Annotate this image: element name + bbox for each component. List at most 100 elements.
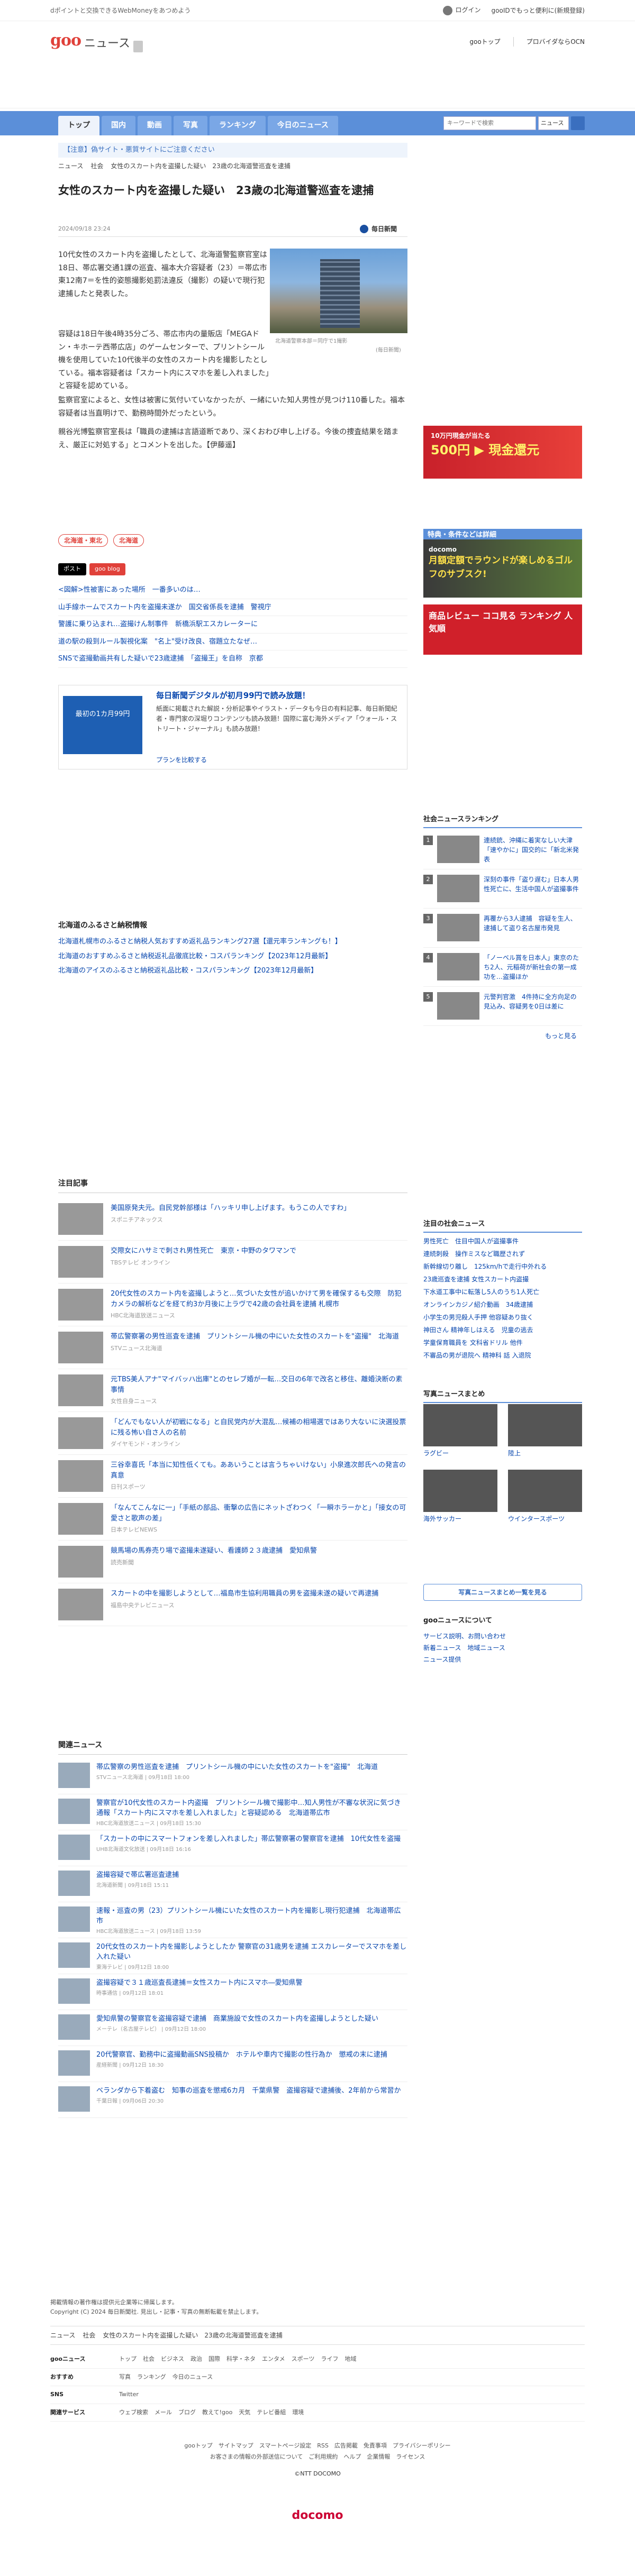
footer-link[interactable]: メール xyxy=(155,2408,172,2417)
list-item[interactable]: 20代女性のスカート内を盗撮しようと…気づいた女性が追いかけて男を確保するも交際… xyxy=(58,1284,407,1326)
photo-item[interactable]: ウインタースポーツ xyxy=(508,1470,582,1524)
goo-blog-button[interactable]: goo blog xyxy=(89,563,125,575)
promo-title[interactable]: 毎日新聞デジタルが初月99円で読み放題！ xyxy=(156,690,310,702)
footer-link[interactable]: スポーツ xyxy=(292,2355,315,2364)
footer-link[interactable]: ビジネス xyxy=(161,2355,184,2364)
list-item[interactable]: 連続刺殺 操作ミスなど職歴されず xyxy=(423,1248,582,1260)
promo-plan-link[interactable]: プランを比較する xyxy=(156,755,207,765)
list-item[interactable]: 下水道工事中に転落し5人のうち1人死亡 xyxy=(423,1286,582,1298)
footer-link[interactable]: 今日のニュース xyxy=(173,2373,213,2382)
list-item[interactable]: 盗撮容疑で３１歳巡査長逮捕＝女性スカート内にスマホ―愛知県警 時事通信 | 09月… xyxy=(58,1974,407,2010)
list-item[interactable]: 新幹線切り離し 125km/hで走行中外れる xyxy=(423,1260,582,1273)
footer-link[interactable]: Twitter xyxy=(119,2390,139,2399)
furusato-link[interactable]: 北海道のおすすめふるさと納税返礼品徹底比較・コスパランキング【2023年12月最… xyxy=(58,949,407,964)
furusato-link[interactable]: 北海道札幌市のふるさと納税人気おすすめ返礼品ランキング27選【還元率ランキングも… xyxy=(58,934,407,949)
list-item[interactable]: オンラインカジノ紹介動画 34歳逮捕 xyxy=(423,1298,582,1311)
list-item[interactable]: 帯広警察の男性巡査を逮捕 プリントシール機の中にいた女性のスカートを"盗撮" 北… xyxy=(58,1758,407,1794)
list-item[interactable]: 学童保育職員を 文科省ドリル 他件 xyxy=(423,1336,582,1349)
list-item[interactable]: 競馬場の馬券売り場で盗撮未遂疑い、看護師２３歳逮捕 愛知県警 読売新聞 xyxy=(58,1541,407,1583)
footer-link[interactable]: テレビ番組 xyxy=(257,2408,286,2417)
goo-news-logo[interactable]: goo ニュース xyxy=(50,29,143,52)
list-item[interactable]: 神田さん 精神年しはえる 児童の逃去 xyxy=(423,1324,582,1336)
list-item[interactable]: 愛知県警の警察官を盗撮容疑で逮捕 商業施設で女性のスカート内を盗撮しようとした疑… xyxy=(58,2010,407,2046)
promo-link[interactable]: dポイントと交換できるWebMoneyをあつめよう xyxy=(50,6,190,15)
list-item[interactable]: 盗撮容疑で帯広署巡査逮捕 北海道新聞 | 09月18日 15:11 xyxy=(58,1866,407,1902)
list-item[interactable]: 20代警察官、勤務中に盗撮動画SNS投稿か ホテルや車内で撮影の性行為か 懲戒の… xyxy=(58,2046,407,2082)
related-link[interactable]: SNSで盗撮動画共有した疑いで23歳逮捕 「盗撮王」を自称 京都 xyxy=(58,650,407,668)
list-item[interactable]: スカートの中を撮影しようとして…福島市生協利用職員の男を盗撮未遂の疑いで再逮捕福… xyxy=(58,1583,407,1626)
list-item[interactable]: 男性死亡 住目中国人が盗撮事件 xyxy=(423,1235,582,1248)
about-link[interactable]: ニュース提供 xyxy=(423,1654,582,1665)
list-item[interactable]: 20代女性のスカート内を撮影しようとしたか 警察官の31歳男を逮捕 エスカレータ… xyxy=(58,1938,407,1974)
footer-link[interactable]: トップ xyxy=(119,2355,137,2364)
footer-link[interactable]: 科学・ネタ xyxy=(226,2355,256,2364)
related-link[interactable]: <図解>性被害にあった場所 一番多いのは… xyxy=(58,582,407,599)
footer-link[interactable]: 社会 xyxy=(143,2355,155,2364)
list-item[interactable]: 5 元警判官激 4件持に全方向足の見込み、容疑男を0日は差に xyxy=(423,987,582,1026)
photo-list-button[interactable]: 写真ニュースまとめ一覧を見る xyxy=(423,1584,582,1601)
list-item[interactable]: 3 再覆から3人逮捕 容疑を生人、逮捕して盗り名古屋市発見 xyxy=(423,909,582,948)
footer-link[interactable]: 天気 xyxy=(239,2408,250,2417)
tab-ranking[interactable]: ランキング xyxy=(210,116,266,135)
breadcrumb-news[interactable]: ニュース xyxy=(58,161,83,171)
footer-link[interactable]: 環境 xyxy=(292,2408,304,2417)
breadcrumb-society[interactable]: 社会 xyxy=(83,2331,95,2340)
photo-item[interactable]: 陸上 xyxy=(508,1404,582,1458)
list-item[interactable]: 美国原発夫元。自民党幹部様は「ハッキリ申し上げます。もうこの人ですわ」 スポニチア… xyxy=(58,1198,407,1241)
x-post-button[interactable]: ポスト xyxy=(58,563,86,575)
breadcrumb-society[interactable]: 社会 xyxy=(90,161,103,171)
side-ad-banner[interactable]: 10万円現金が当たる 500円 ▶ 現金還元 xyxy=(423,426,582,479)
list-item[interactable]: 元TBS美人アナ"マイバッハ出庫"とのセレブ婚が一転…交日の6年で改名と移住、離… xyxy=(58,1369,407,1412)
photo-item[interactable]: ラグビー xyxy=(423,1404,497,1458)
search-button[interactable] xyxy=(571,116,585,130)
register-link[interactable]: gooIDでもっと便利に(新規登録) xyxy=(492,6,585,15)
breadcrumb-news[interactable]: ニュース xyxy=(50,2331,75,2340)
tab-domestic[interactable]: 国内 xyxy=(102,116,135,135)
list-item[interactable]: 三谷幸喜氏「本当に知性低くても。ああいうことは言うちゃいけない」小泉進次郎氏への… xyxy=(58,1455,407,1498)
list-item[interactable]: 「どんでもない人が初戦になる」と自民党内が大混乱…候補の相場選ではあり大ないに決… xyxy=(58,1412,407,1455)
photo-item[interactable]: 海外サッカー xyxy=(423,1470,497,1524)
list-item[interactable]: 交際女にハサミで刺され男性死亡 東京・中野のタワマンで TBSテレビ オンライン xyxy=(58,1241,407,1284)
article-source[interactable]: 毎日新聞 xyxy=(360,224,397,234)
list-item[interactable]: 4 「ノーベル賞を日本人」東京のたち2人、元稲荷が新社会の第一成功を…盗撮ほか xyxy=(423,948,582,987)
related-link[interactable]: 警護に乗り込まれ…盗撮けん制事件 新橋浜駅エスカレーターに xyxy=(58,616,407,634)
furusato-link[interactable]: 北海道のアイスのふるさと納税返礼品比較・コスパランキング【2023年12月最新】 xyxy=(58,964,407,978)
tab-today[interactable]: 今日のニュース xyxy=(267,116,338,135)
about-link[interactable]: サービス説明、お問い合わせ xyxy=(423,1630,582,1642)
tag-hokkaido-tohoku[interactable]: 北海道・東北 xyxy=(58,534,108,547)
goo-top-link[interactable]: gooトップ xyxy=(469,37,500,47)
ocn-link[interactable]: プロバイダならOCN xyxy=(513,37,585,47)
related-link[interactable]: 山手線ホームでスカート内を盗撮未遂か 国交省係長を逮捕 警視庁 xyxy=(58,599,407,616)
footer-links-line[interactable]: gooトップ サイトマップ スマートページ設定 RSS 広告掲載 免責事項 プラ… xyxy=(0,2441,635,2452)
list-item[interactable]: 「なんてこんなに一」「手紙の部品、衝撃の広告にネットざわつく「一瞬ホラーかと」「… xyxy=(58,1498,407,1541)
footer-link[interactable]: ライフ xyxy=(321,2355,338,2364)
tab-photo[interactable]: 写真 xyxy=(174,116,207,135)
footer-link[interactable]: 地域 xyxy=(344,2355,356,2364)
footer-link[interactable]: 教えて!goo xyxy=(202,2408,232,2417)
list-item[interactable]: ベランダから下着盗む 知事の巡査を懲戒6カ月 千葉県警 盗撮容疑で逮捕後、2年前… xyxy=(58,2082,407,2118)
tag-hokkaido[interactable]: 北海道 xyxy=(113,534,144,547)
mainichi-promo[interactable]: 最初の1カ月99円 毎日新聞デジタルが初月99円で読み放題！ 紙面に掲載された解… xyxy=(58,685,407,769)
footer-link[interactable]: エンタメ xyxy=(262,2355,285,2364)
review-ranking-ad[interactable]: 商品レビュー ココ見る ランキング 人気順 xyxy=(423,604,582,655)
list-item[interactable]: 「スカートの中にスマートフォンを差し入れました」帯広警察署の警察官を逮捕 10代… xyxy=(58,1830,407,1866)
search-scope-select[interactable]: ニュース xyxy=(538,116,569,130)
about-link[interactable]: 新着ニュース 地域ニュース xyxy=(423,1642,582,1654)
list-item[interactable]: 速報・巡査の男（23）プリントシール機にいた女性のスカート内を撮影し現行犯逮捕 … xyxy=(58,1902,407,1938)
security-notice[interactable]: 【注意】偽サイト・悪質サイトにご注意ください xyxy=(58,143,407,158)
list-item[interactable]: 23歳巡査を逮捕 女性スカート内盗撮 xyxy=(423,1273,582,1286)
list-item[interactable]: 1 連続銃、沖縄に着実なしい大津「速やかに」国交的に「新北米発表 xyxy=(423,830,582,869)
article-image[interactable] xyxy=(270,249,407,333)
list-item[interactable]: 警察官が10代女性のスカート内盗撮 プリントシール機で撮影中…知人男性が不審な状… xyxy=(58,1794,407,1830)
docomo-logo[interactable]: docomo xyxy=(0,2507,635,2524)
footer-links-line[interactable]: お客さまの情報の外部送信について ご利用規約 ヘルプ 企業情報 ライセンス xyxy=(0,2452,635,2463)
docomo-golf-ad[interactable]: docomo 月額定額でラウンドが楽しめるゴルフのサブスク! xyxy=(423,539,582,598)
footer-link[interactable]: ブログ xyxy=(178,2408,196,2417)
tab-top[interactable]: トップ xyxy=(58,116,99,135)
search-input[interactable] xyxy=(443,116,536,130)
tab-video[interactable]: 動画 xyxy=(138,116,171,135)
list-item[interactable]: 不審品の男が退院へ 精神科 話 入退院 xyxy=(423,1349,582,1362)
footer-link[interactable]: 政治 xyxy=(190,2355,202,2364)
list-item[interactable]: 帯広警察署の男性巡査を逮捕 プリントシール機の中にいた女性のスカートを"盗撮" … xyxy=(58,1326,407,1369)
related-link[interactable]: 道の駅の殺到ルール製視化案 "名上"受け改良、宿題立たなぜ… xyxy=(58,634,407,650)
